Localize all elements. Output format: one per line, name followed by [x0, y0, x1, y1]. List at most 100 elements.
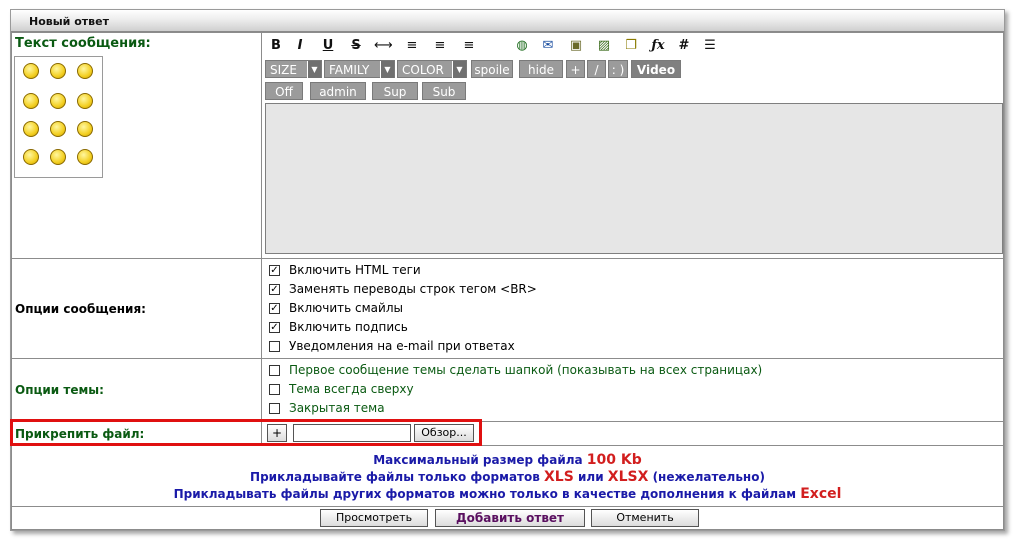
- cancel-button[interactable]: Отменить: [591, 509, 699, 527]
- info-formats: Прикладывайте файлы только форматов XLS …: [12, 469, 1003, 486]
- align-right-icon[interactable]: ≡: [461, 38, 477, 54]
- email-icon[interactable]: ✉: [540, 38, 556, 54]
- info-formats-note: (нежелательно): [648, 470, 765, 484]
- message-options-label: Опции сообщения:: [15, 301, 146, 316]
- hr-icon[interactable]: ⟷: [374, 38, 393, 54]
- html-tags-label: Включить HTML теги: [289, 263, 421, 277]
- info-format-excel: Excel: [800, 486, 842, 502]
- option-closed-topic[interactable]: Закрытая тема: [262, 399, 1003, 418]
- format-toolbar: B I U S ⟷ ≡ ≡ ≡ ◍ ✉ ▣ ▨ ❐ ƒx # ☰: [262, 33, 1003, 59]
- upload-info-cell: Максимальный размер файла 100 Kb Приклад…: [11, 445, 1004, 507]
- email-notify-checkbox[interactable]: [269, 341, 280, 352]
- align-left-icon[interactable]: ≡: [404, 38, 420, 54]
- pin-first-checkbox[interactable]: [269, 365, 280, 376]
- smilies-panel: [14, 56, 103, 178]
- align-center-icon[interactable]: ≡: [432, 38, 448, 54]
- smile-wink-icon[interactable]: [50, 93, 66, 109]
- option-signature[interactable]: ✓ Включить подпись: [262, 318, 1003, 337]
- message-options-label-cell: Опции сообщения:: [11, 258, 262, 359]
- smile-smirk-icon[interactable]: [77, 149, 93, 165]
- smile-dizzy-icon[interactable]: [50, 149, 66, 165]
- info-max-size-value: 100 Kb: [586, 452, 642, 468]
- reply-form: Текст сообщения: B I U S ⟷ ≡ ≡ ≡ ◍ ✉ ▣ ▨…: [11, 32, 1004, 530]
- always-top-checkbox[interactable]: [269, 384, 280, 395]
- attach-highlight-box: [10, 419, 482, 446]
- hash-icon[interactable]: #: [676, 38, 692, 54]
- br-tags-checkbox[interactable]: ✓: [269, 284, 280, 295]
- info-max-size: Максимальный размер файла 100 Kb: [12, 452, 1003, 469]
- style-buttons-row-1: SIZE ▼ FAMILY ▼ COLOR ▼ spoile hide + /: [265, 60, 1005, 80]
- color-dropdown-icon: ▼: [452, 61, 466, 78]
- title-bar: Новый ответ: [11, 10, 1004, 32]
- smile-shocked-icon[interactable]: [23, 93, 39, 109]
- smile-text-button[interactable]: : ): [608, 60, 628, 78]
- link-icon[interactable]: ◍: [514, 38, 530, 54]
- smile-smile-icon[interactable]: [50, 121, 66, 137]
- family-dropdown-icon: ▼: [380, 61, 394, 78]
- spoiler-button[interactable]: spoile: [471, 60, 513, 78]
- closed-topic-checkbox[interactable]: [269, 403, 280, 414]
- smile-angry-icon[interactable]: [23, 63, 39, 79]
- bold-icon[interactable]: B: [268, 38, 284, 54]
- topic-options-label: Опции темы:: [15, 383, 104, 397]
- picture-icon[interactable]: ▨: [596, 38, 612, 54]
- sub-button[interactable]: Sub: [422, 82, 466, 100]
- message-text-label: Текст сообщения:: [15, 36, 151, 51]
- window-title: Новый ответ: [29, 15, 109, 28]
- message-options-cell: ✓ Включить HTML теги ✓ Заменять переводы…: [261, 258, 1004, 359]
- option-smilies[interactable]: ✓ Включить смайлы: [262, 299, 1003, 318]
- topic-options-label-cell: Опции темы:: [11, 358, 262, 422]
- option-email-notify[interactable]: Уведомления на e-mail при ответах: [262, 337, 1003, 356]
- size-dropdown-icon: ▼: [307, 61, 321, 78]
- admin-button[interactable]: admin: [310, 82, 366, 100]
- strike-icon[interactable]: S: [348, 38, 364, 54]
- hide-button[interactable]: hide: [519, 60, 563, 78]
- family-select-label: FAMILY: [329, 63, 370, 77]
- smile-surprised-icon[interactable]: [77, 121, 93, 137]
- preview-button[interactable]: Просмотреть: [320, 509, 428, 527]
- smilies-checkbox[interactable]: ✓: [269, 303, 280, 314]
- plus-button[interactable]: +: [566, 60, 585, 78]
- smilies-label: Включить смайлы: [289, 301, 403, 315]
- topic-options-cell: Первое сообщение темы сделать шапкой (по…: [261, 358, 1004, 422]
- info-formats-text: Прикладывайте файлы только форматов: [250, 470, 545, 484]
- closed-topic-label: Закрытая тема: [289, 401, 385, 415]
- color-select-label: COLOR: [402, 63, 444, 77]
- underline-icon[interactable]: U: [320, 38, 336, 54]
- formula-icon[interactable]: ƒx: [650, 38, 666, 54]
- option-html-tags[interactable]: ✓ Включить HTML теги: [262, 261, 1003, 280]
- always-top-label: Тема всегда сверху: [289, 382, 414, 396]
- smile-sad-icon[interactable]: [23, 121, 39, 137]
- family-select[interactable]: FAMILY ▼: [324, 60, 395, 78]
- message-textarea[interactable]: [265, 103, 1003, 254]
- signature-label: Включить подпись: [289, 320, 408, 334]
- smile-grin-icon[interactable]: [50, 63, 66, 79]
- message-label-cell: Текст сообщения:: [11, 32, 262, 259]
- info-format-xls: XLS: [544, 469, 574, 485]
- info-other-formats: Прикладывать файлы других форматов можно…: [12, 486, 1003, 503]
- option-always-top[interactable]: Тема всегда сверху: [262, 380, 1003, 399]
- color-select[interactable]: COLOR ▼: [397, 60, 467, 78]
- signature-checkbox[interactable]: ✓: [269, 322, 280, 333]
- smile-cool-icon[interactable]: [77, 63, 93, 79]
- smile-happy-icon[interactable]: [77, 93, 93, 109]
- pin-first-label: Первое сообщение темы сделать шапкой (по…: [289, 363, 763, 377]
- submit-reply-button[interactable]: Добавить ответ: [435, 509, 585, 527]
- italic-icon[interactable]: I: [292, 38, 308, 54]
- off-button[interactable]: Off: [265, 82, 303, 100]
- smile-tongue-icon[interactable]: [23, 149, 39, 165]
- quote-icon[interactable]: ❐: [623, 38, 639, 54]
- info-format-xlsx: XLSX: [607, 469, 649, 485]
- image-icon[interactable]: ▣: [568, 38, 584, 54]
- size-select[interactable]: SIZE ▼: [265, 60, 322, 78]
- size-select-label: SIZE: [270, 63, 297, 77]
- option-pin-first[interactable]: Первое сообщение темы сделать шапкой (по…: [262, 361, 1003, 380]
- info-max-size-text: Максимальный размер файла: [373, 453, 587, 467]
- br-tags-label: Заменять переводы строк тегом <BR>: [289, 282, 537, 296]
- html-tags-checkbox[interactable]: ✓: [269, 265, 280, 276]
- table-icon[interactable]: ☰: [702, 38, 718, 54]
- video-button[interactable]: Video: [631, 60, 681, 78]
- option-br-tags[interactable]: ✓ Заменять переводы строк тегом <BR>: [262, 280, 1003, 299]
- sup-button[interactable]: Sup: [372, 82, 418, 100]
- slash-button[interactable]: /: [587, 60, 606, 78]
